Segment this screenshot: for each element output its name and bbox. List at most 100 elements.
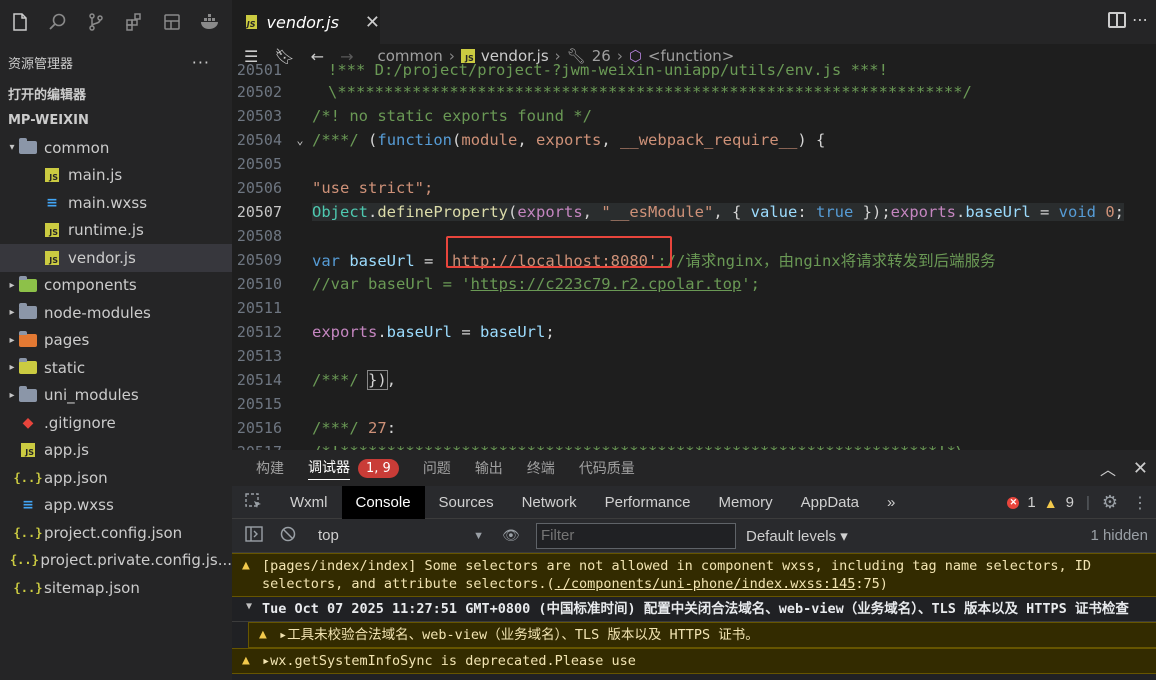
expanded-arrow-icon[interactable]: ▼ bbox=[246, 601, 252, 612]
devtools-tab-network[interactable]: Network bbox=[508, 486, 591, 519]
open-editors-section[interactable]: 打开的编辑器 bbox=[0, 80, 232, 107]
file-tree-item[interactable]: JS app.js bbox=[0, 437, 232, 465]
docker-icon[interactable] bbox=[198, 10, 222, 34]
breadcrumb-symbol[interactable]: <function> bbox=[648, 47, 734, 65]
tab-debugger[interactable]: 调试器 bbox=[308, 457, 350, 480]
eye-icon[interactable]: 👁︎ bbox=[502, 527, 526, 544]
search-icon[interactable] bbox=[46, 10, 70, 34]
console-group[interactable]: ▼ Tue Oct 07 2025 11:27:51 GMT+0800 (中国标… bbox=[232, 597, 1156, 622]
kebab-menu-icon[interactable]: ⋮ bbox=[1132, 493, 1148, 513]
file-tree-item[interactable]: ▸ static bbox=[0, 354, 232, 382]
log-levels-dropdown[interactable]: Default levels ▾ bbox=[746, 527, 848, 545]
list-icon[interactable]: ☰ bbox=[244, 47, 258, 66]
chevron-up-icon[interactable]: ︿ bbox=[1100, 456, 1116, 480]
bookmark-icon[interactable]: 🔖︎ bbox=[274, 47, 294, 66]
file-tree-item[interactable]: ▸ node-modules bbox=[0, 299, 232, 327]
code-line: 20516 /***/ 27: bbox=[232, 416, 1156, 440]
file-tree-item[interactable]: JS runtime.js bbox=[0, 217, 232, 245]
gear-icon[interactable]: ⚙ bbox=[1102, 492, 1118, 513]
devtools-tab-appdata[interactable]: AppData bbox=[787, 486, 873, 519]
file-tree-item[interactable]: ▾ common bbox=[0, 134, 232, 162]
devtools-tab-sources[interactable]: Sources bbox=[425, 486, 508, 519]
file-tree-item[interactable]: ≡ app.wxss bbox=[0, 492, 232, 520]
file-tree-label: node-modules bbox=[44, 303, 151, 322]
line-number: 20510 bbox=[236, 275, 282, 293]
file-tree-item[interactable]: {..} app.json bbox=[0, 464, 232, 492]
code-line: 20510 //var baseUrl = 'https://c223c79.r… bbox=[232, 272, 1156, 296]
file-tree-item[interactable]: ▸ pages bbox=[0, 327, 232, 355]
project-section[interactable]: MP-WEIXIN bbox=[0, 107, 232, 134]
breadcrumb-id[interactable]: 26 bbox=[592, 47, 611, 65]
file-tree-item[interactable]: {..} project.private.config.js... bbox=[0, 547, 232, 575]
warning-icon: ▲ bbox=[242, 558, 250, 573]
source-link[interactable]: ./components/uni-phone/index.wxss:145 bbox=[555, 576, 856, 592]
fold-chevron-icon[interactable]: ⌄ bbox=[288, 133, 312, 147]
code-text: exports.baseUrl = baseUrl; bbox=[312, 323, 555, 341]
cpolar-url-link: https://c223c79.r2.cpolar.top bbox=[470, 275, 742, 293]
code-line: 20511 bbox=[232, 296, 1156, 320]
activity-bar bbox=[0, 0, 232, 44]
close-tab-icon[interactable]: ✕ bbox=[365, 12, 380, 33]
file-tree-item[interactable]: {..} project.config.json bbox=[0, 519, 232, 547]
editor-tab-bar: JS vendor.js ✕ ⋯ bbox=[232, 0, 1156, 44]
clear-console-icon[interactable] bbox=[276, 526, 300, 546]
tab-code-quality[interactable]: 代码质量 bbox=[579, 458, 635, 478]
editor-more-icon[interactable]: ⋯ bbox=[1132, 10, 1148, 29]
json-file-icon: {..} bbox=[10, 552, 39, 568]
file-tree-label: main.wxss bbox=[68, 193, 148, 212]
explorer-icon[interactable] bbox=[8, 10, 32, 34]
file-tree-item[interactable]: ≡ main.wxss bbox=[0, 189, 232, 217]
tab-vendor-js[interactable]: JS vendor.js ✕ bbox=[232, 0, 380, 44]
sidebar-toggle-icon[interactable] bbox=[242, 525, 266, 546]
dropdown-arrow-icon: ▼ bbox=[473, 529, 484, 542]
forward-arrow-icon[interactable]: → bbox=[340, 47, 353, 66]
devtools-tab-memory[interactable]: Memory bbox=[704, 486, 786, 519]
extensions-icon[interactable] bbox=[122, 10, 146, 34]
css-file-icon: ≡ bbox=[18, 497, 38, 513]
tab-problems[interactable]: 问题 bbox=[423, 458, 451, 478]
context-value: top bbox=[318, 527, 339, 544]
line-number: 20511 bbox=[236, 299, 282, 317]
js-badge: JS bbox=[45, 250, 59, 265]
hidden-count[interactable]: 1 hidden bbox=[1090, 527, 1148, 544]
devtools-tab-wxml[interactable]: Wxml bbox=[276, 486, 342, 519]
breadcrumb-folder[interactable]: common bbox=[377, 47, 442, 65]
file-tree-item[interactable]: ▸ components bbox=[0, 272, 232, 300]
warning-count[interactable]: 9 bbox=[1066, 494, 1074, 511]
json-glyph: {..} bbox=[13, 470, 43, 485]
file-tree-item[interactable]: JS vendor.js bbox=[0, 244, 232, 272]
code-editor[interactable]: 20501 !*** D:/project/project-?jwm-weixi… bbox=[232, 64, 1156, 450]
console-warning[interactable]: ▲ ▸工具未校验合法域名、web-view（业务域名）、TLS 版本以及 HTT… bbox=[248, 622, 1156, 648]
tab-terminal[interactable]: 终端 bbox=[527, 458, 555, 478]
source-control-icon[interactable] bbox=[84, 10, 108, 34]
inspect-element-icon[interactable] bbox=[232, 486, 276, 519]
file-tree-item[interactable]: ◆ .gitignore bbox=[0, 409, 232, 437]
file-tree-label: components bbox=[44, 276, 137, 295]
context-selector[interactable]: top ▼ bbox=[318, 527, 484, 544]
tab-output[interactable]: 输出 bbox=[475, 458, 503, 478]
devtools-tab-performance[interactable]: Performance bbox=[591, 486, 705, 519]
filter-input[interactable] bbox=[536, 522, 736, 549]
file-tree-item[interactable]: JS main.js bbox=[0, 162, 232, 190]
back-arrow-icon[interactable]: ← bbox=[311, 47, 324, 66]
json-glyph: {..} bbox=[13, 525, 43, 540]
breadcrumb-file[interactable]: vendor.js bbox=[481, 47, 549, 65]
explorer-header: 资源管理器 ··· bbox=[0, 44, 232, 80]
more-actions-icon[interactable]: ··· bbox=[192, 53, 210, 72]
tab-build[interactable]: 构建 bbox=[256, 458, 284, 478]
console-warning[interactable]: ▲ ▸wx.getSystemInfoSync is deprecated.Pl… bbox=[232, 648, 1156, 674]
chevron-right-icon: ▸ bbox=[9, 334, 15, 346]
more-tabs-icon[interactable]: » bbox=[873, 486, 909, 519]
devtools-tab-console[interactable]: Console bbox=[341, 485, 425, 519]
debug-icon[interactable] bbox=[160, 10, 184, 34]
code-text: !*** D:/project/project-?jwm-weixin-unia… bbox=[328, 64, 888, 79]
folder-icon-shape bbox=[19, 275, 37, 292]
chevron-right-icon: ▸ bbox=[9, 389, 15, 401]
file-tree-item[interactable]: {..} sitemap.json bbox=[0, 574, 232, 602]
chevron-right-icon: ▸ bbox=[9, 362, 15, 374]
error-count[interactable]: 1 bbox=[1027, 494, 1035, 511]
split-editor-icon[interactable] bbox=[1108, 12, 1126, 28]
file-tree-item[interactable]: ▸ uni_modules bbox=[0, 382, 232, 410]
close-panel-icon[interactable]: ✕ bbox=[1133, 458, 1148, 479]
line-number: 20501 bbox=[236, 64, 282, 79]
